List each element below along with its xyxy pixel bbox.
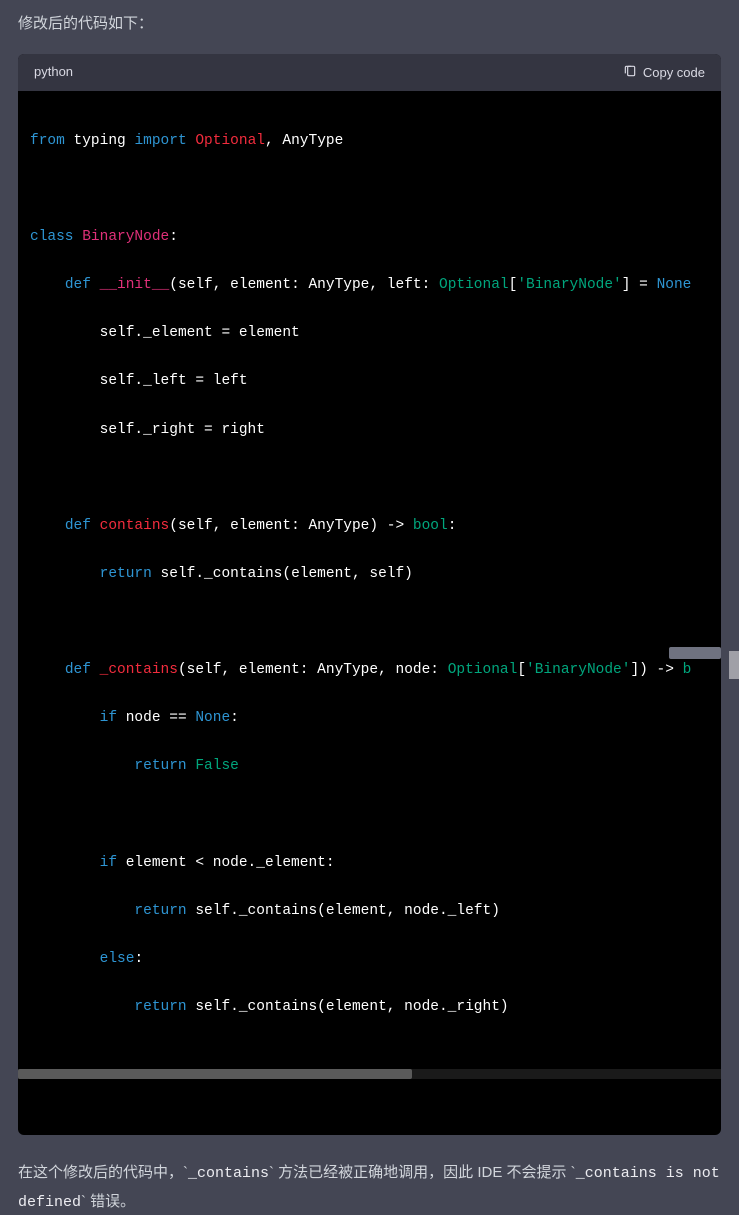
code-line: else:: [18, 947, 721, 971]
horizontal-scrollbar[interactable]: [18, 1069, 721, 1079]
code-line: if element < node._element:: [18, 851, 721, 875]
code-line: self._right = right: [18, 418, 721, 442]
code-line: return self._contains(element, node._lef…: [18, 899, 721, 923]
code-line: [18, 803, 721, 827]
code-line: return self._contains(element, node._rig…: [18, 995, 721, 1019]
code-line: self._element = element: [18, 321, 721, 345]
code-line: [18, 177, 721, 201]
copy-code-label: Copy code: [643, 65, 705, 80]
code-line: return self._contains(element, self): [18, 562, 721, 586]
ui-element-placeholder: [669, 647, 721, 659]
code-line: self._left = left: [18, 369, 721, 393]
horizontal-scrollbar-thumb[interactable]: [18, 1069, 412, 1079]
inline-code: _contains: [188, 1165, 269, 1182]
outro-text: 在这个修改后的代码中，`_contains` 方法已经被正确地调用，因此 IDE…: [18, 1159, 721, 1215]
copy-code-button[interactable]: Copy code: [623, 64, 705, 81]
code-block: python Copy code from typing import Opti…: [18, 54, 721, 1135]
vertical-scrollbar-thumb[interactable]: [729, 651, 739, 679]
code-line: def contains(self, element: AnyType) -> …: [18, 514, 721, 538]
language-label: python: [34, 62, 73, 83]
code-line: return False: [18, 754, 721, 778]
code-header: python Copy code: [18, 54, 721, 91]
code-line: class BinaryNode:: [18, 225, 721, 249]
intro-text: 修改后的代码如下：: [18, 12, 721, 36]
code-line: if node == None:: [18, 706, 721, 730]
code-line: [18, 610, 721, 634]
clipboard-icon: [623, 64, 637, 81]
code-line: from typing import Optional, AnyType: [18, 129, 721, 153]
code-line: def __init__(self, element: AnyType, lef…: [18, 273, 721, 297]
code-body[interactable]: from typing import Optional, AnyType cla…: [18, 91, 721, 1136]
code-line: [18, 466, 721, 490]
